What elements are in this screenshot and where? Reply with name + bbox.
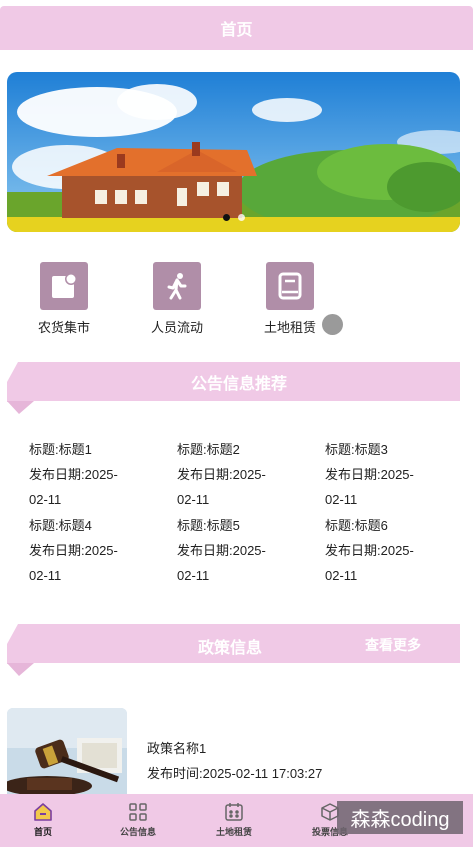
quick-link-market[interactable]: 农货集市 bbox=[24, 262, 104, 336]
notice-title: 标题:标题6 bbox=[325, 518, 388, 533]
notice-date: 02-11 bbox=[325, 568, 358, 583]
notice-date: 发布日期:2025- bbox=[177, 467, 266, 482]
banner-image bbox=[7, 72, 460, 232]
watermark: 森森coding bbox=[337, 801, 463, 834]
notice-title: 标题:标题1 bbox=[29, 442, 92, 457]
view-more-link[interactable]: 查看更多 bbox=[365, 635, 421, 655]
tab-label: 公告信息 bbox=[119, 827, 156, 837]
notice-date: 发布日期:2025- bbox=[325, 543, 414, 558]
policy-name: 政策名称1 bbox=[147, 741, 207, 756]
notice-item[interactable]: 标题:标题6 发布日期:2025- 02-11 bbox=[325, 513, 435, 588]
quick-link-land-lease[interactable]: 土地租赁 bbox=[250, 262, 330, 336]
ribbon-fold bbox=[7, 663, 34, 676]
notice-title: 标题:标题3 bbox=[325, 442, 388, 457]
notice-date: 发布日期:2025- bbox=[29, 543, 118, 558]
notice-date: 02-11 bbox=[29, 568, 62, 583]
notice-item[interactable]: 标题:标题1 发布日期:2025- 02-11 bbox=[29, 437, 139, 512]
notice-date: 02-11 bbox=[177, 568, 210, 583]
quick-link-label: 土地租赁 bbox=[263, 320, 316, 335]
carousel-dots bbox=[7, 214, 460, 221]
notice-item[interactable]: 标题:标题3 发布日期:2025- 02-11 bbox=[325, 437, 435, 512]
tab-home[interactable]: 首页 bbox=[0, 794, 91, 847]
ribbon-tail bbox=[7, 362, 18, 402]
tab-label: 土地租赁 bbox=[215, 827, 252, 837]
policy-thumbnail bbox=[7, 708, 127, 798]
notice-section-title: 公告信息推荐 bbox=[190, 375, 287, 393]
quick-link-label: 人员流动 bbox=[150, 320, 203, 335]
walking-person-icon bbox=[153, 262, 201, 310]
grid-icon bbox=[128, 802, 148, 822]
policy-section-title: 政策信息 bbox=[198, 640, 263, 657]
quick-link-label: 农货集市 bbox=[37, 320, 90, 335]
policy-item[interactable]: 政策名称1 发布时间:2025-02-11 17:03:27 bbox=[7, 708, 467, 798]
tab-land-lease[interactable]: 土地租赁 bbox=[186, 794, 282, 847]
notice-section-header: 公告信息推荐 bbox=[18, 362, 460, 401]
home-icon bbox=[33, 802, 53, 822]
notice-title: 标题:标题4 bbox=[29, 518, 92, 533]
notice-date: 发布日期:2025- bbox=[325, 467, 414, 482]
notice-date: 02-11 bbox=[325, 492, 358, 507]
notice-item[interactable]: 标题:标题4 发布日期:2025- 02-11 bbox=[29, 513, 139, 588]
notice-title: 标题:标题5 bbox=[177, 518, 240, 533]
page-title: 首页 bbox=[220, 22, 253, 39]
notice-date: 发布日期:2025- bbox=[29, 467, 118, 482]
quick-link-movement[interactable]: 人员流动 bbox=[137, 262, 217, 336]
policy-info: 政策名称1 发布时间:2025-02-11 17:03:27 bbox=[147, 736, 322, 786]
notice-title: 标题:标题2 bbox=[177, 442, 240, 457]
book-icon bbox=[266, 262, 314, 310]
policy-time: 发布时间:2025-02-11 17:03:27 bbox=[147, 766, 323, 781]
notice-date: 02-11 bbox=[29, 492, 62, 507]
notice-item[interactable]: 标题:标题2 发布日期:2025- 02-11 bbox=[177, 437, 287, 512]
floating-dot[interactable] bbox=[322, 314, 343, 335]
notice-date: 02-11 bbox=[177, 492, 210, 507]
calendar-icon bbox=[224, 802, 244, 822]
carousel-dot[interactable] bbox=[237, 214, 245, 221]
page-header: 首页 bbox=[0, 6, 473, 50]
notice-item[interactable]: 标题:标题5 发布日期:2025- 02-11 bbox=[177, 513, 287, 588]
notice-date: 发布日期:2025- bbox=[177, 543, 266, 558]
ribbon-tail bbox=[7, 624, 18, 664]
banner-carousel[interactable] bbox=[7, 72, 460, 232]
tab-label: 首页 bbox=[33, 827, 52, 837]
carousel-dot[interactable] bbox=[222, 214, 230, 221]
ribbon-fold bbox=[7, 401, 34, 414]
tab-notice[interactable]: 公告信息 bbox=[90, 794, 186, 847]
market-icon bbox=[40, 262, 88, 310]
